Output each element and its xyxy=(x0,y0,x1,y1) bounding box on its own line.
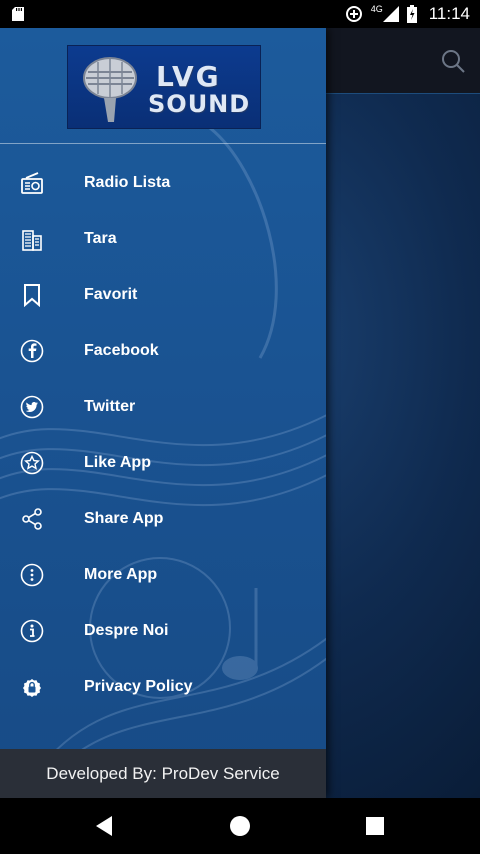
bookmark-icon xyxy=(24,284,40,307)
back-icon[interactable] xyxy=(92,812,120,840)
clock: 11:14 xyxy=(428,4,470,23)
menu-item-facebook[interactable]: Facebook xyxy=(0,323,326,379)
menu-item-label: Share App xyxy=(84,510,164,527)
sd-card-icon xyxy=(12,7,24,21)
app-bar-divider xyxy=(326,93,480,94)
menu-item-label: Twitter xyxy=(84,398,136,415)
menu-item-share-app[interactable]: Share App xyxy=(0,491,326,547)
twitter-icon xyxy=(20,395,44,419)
menu-item-label: Privacy Policy xyxy=(84,678,193,695)
menu-item-tara[interactable]: Tara xyxy=(0,211,326,267)
navigation-drawer: LVG SOUND Radio Lista Tara Favorit Faceb… xyxy=(0,28,326,798)
menu-item-label: Tara xyxy=(84,230,117,247)
menu-item-radio-lista[interactable]: Radio Lista xyxy=(0,155,326,211)
share-icon xyxy=(22,508,42,530)
star-icon xyxy=(20,451,44,475)
menu-item-label: Radio Lista xyxy=(84,174,171,191)
more-icon xyxy=(20,563,44,587)
menu-item-more-app[interactable]: More App xyxy=(0,547,326,603)
menu-item-despre-noi[interactable]: Despre Noi xyxy=(0,603,326,659)
signal-icon xyxy=(382,6,399,22)
drawer-divider xyxy=(0,143,326,144)
radio-icon xyxy=(21,172,43,194)
menu-item-label: Facebook xyxy=(84,342,159,359)
menu-item-privacy-policy[interactable]: Privacy Policy xyxy=(0,659,326,715)
system-navigation-bar xyxy=(0,798,480,854)
menu-item-label: Like App xyxy=(84,454,151,471)
recents-icon[interactable] xyxy=(361,812,389,840)
developer-credit: Developed By: ProDev Service xyxy=(0,749,326,798)
info-icon xyxy=(20,619,44,643)
microphone-icon xyxy=(83,57,137,122)
logo-line-1: LVG xyxy=(156,60,221,93)
menu-item-label: More App xyxy=(84,566,158,583)
facebook-icon xyxy=(20,339,44,363)
data-saver-icon xyxy=(345,6,362,22)
app-bar xyxy=(326,28,480,94)
drawer-menu: Radio Lista Tara Favorit Facebook Twitte… xyxy=(0,155,326,715)
lock-icon xyxy=(23,679,41,697)
developer-credit-text: Developed By: ProDev Service xyxy=(46,763,280,783)
home-icon[interactable] xyxy=(226,812,254,840)
menu-item-twitter[interactable]: Twitter xyxy=(0,379,326,435)
status-bar: 4G 11:14 xyxy=(0,0,480,28)
menu-item-like-app[interactable]: Like App xyxy=(0,435,326,491)
menu-item-label: Despre Noi xyxy=(84,622,169,639)
network-type: 4G xyxy=(370,4,383,14)
logo-line-2: SOUND xyxy=(148,90,251,118)
app-logo: LVG SOUND xyxy=(67,45,261,129)
building-icon xyxy=(22,230,42,251)
search-icon[interactable] xyxy=(440,48,466,74)
battery-icon xyxy=(406,5,417,23)
menu-item-label: Favorit xyxy=(84,286,138,303)
menu-item-favorit[interactable]: Favorit xyxy=(0,267,326,323)
